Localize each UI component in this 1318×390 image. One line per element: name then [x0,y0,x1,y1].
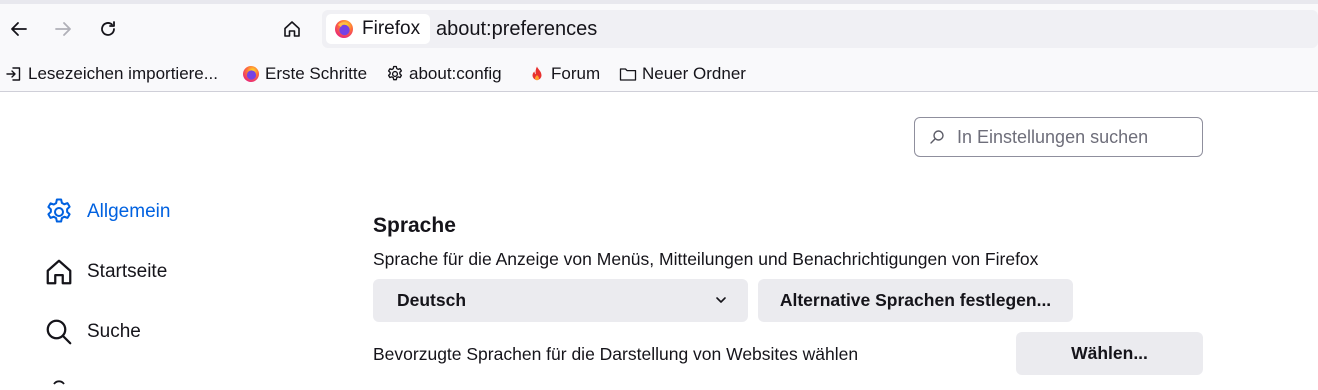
folder-icon [619,68,637,81]
bookmark-forum[interactable]: Forum [528,63,600,85]
website-languages-description: Bevorzugte Sprachen für die Darstellung … [373,344,859,364]
category-label: Allgemein [87,201,171,222]
reload-icon [101,21,115,36]
reload-button[interactable] [93,14,123,44]
gear-icon [387,65,403,81]
import-icon [6,67,21,81]
bookmark-label: Neuer Ordner [642,64,746,83]
flame-icon [532,66,542,81]
identity-box[interactable]: Firefox [326,14,430,44]
language-description: Sprache für die Anzeige von Menüs, Mitte… [373,249,1039,269]
bookmark-label: Forum [551,64,601,83]
home-icon [46,259,72,285]
settings-search-input[interactable] [957,126,1187,148]
firefox-logo-icon [243,66,259,82]
chevron-down-icon [716,297,726,303]
url-text[interactable]: about:preferences [436,18,597,41]
bookmark-getting-started[interactable]: Erste Schritte [242,63,367,85]
bookmarks-toolbar: Lesezeichen importiere... Erste Schritte… [0,56,1318,92]
bookmark-about-config[interactable]: about:config [386,63,502,85]
bookmark-label: about:config [409,64,502,83]
bookmark-label: Erste Schritte [265,64,368,83]
arrow-right-icon [55,22,71,36]
language-select[interactable]: Deutsch [373,279,748,322]
forward-button[interactable] [48,14,78,44]
home-icon [284,21,300,37]
gear-icon [47,198,71,223]
settings-search-box[interactable] [914,117,1203,157]
url-bar[interactable]: Firefox about:preferences [322,10,1318,48]
bookmark-import[interactable]: Lesezeichen importiere... [5,63,218,85]
category-label: Suche [87,321,141,342]
home-button[interactable] [277,14,307,44]
back-button[interactable] [4,14,34,44]
category-label: Startseite [87,261,168,282]
firefox-logo-icon [335,20,353,38]
navigation-toolbar: Firefox about:preferences [0,0,1318,56]
search-icon [46,319,72,345]
language-select-value: Deutsch [397,290,467,310]
category-partial-icon [44,372,74,385]
bookmark-new-folder[interactable]: Neuer Ordner [619,63,746,85]
identity-label: Firefox [362,18,421,39]
category-search[interactable]: Suche [44,315,141,349]
search-icon [930,130,944,144]
category-general[interactable]: Allgemein [44,195,170,229]
language-section-title: Sprache [373,214,456,237]
choose-languages-button[interactable]: Wählen... [1016,332,1203,375]
bookmark-label: Lesezeichen importiere... [28,64,218,83]
category-home[interactable]: Startseite [44,255,167,289]
arrow-left-icon [11,22,27,36]
alternative-languages-button[interactable]: Alternative Sprachen festlegen... [758,279,1073,322]
